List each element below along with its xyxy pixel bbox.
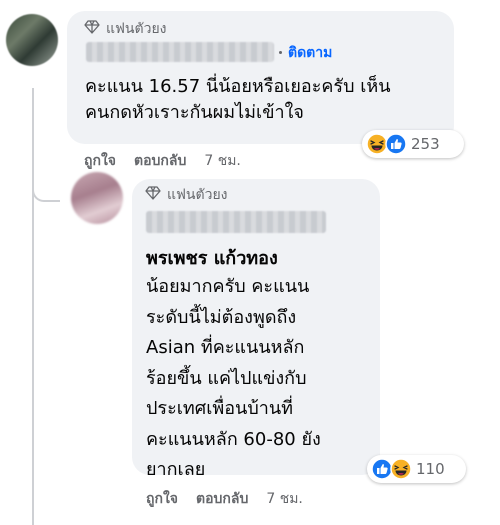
badge-label: แฟนตัวยง bbox=[106, 21, 167, 37]
reaction-count: 110 bbox=[416, 460, 445, 478]
timestamp[interactable]: 7 ชม. bbox=[204, 150, 241, 172]
reply-text: น้อยมากครับ คะแนน ระดับนี้ไม่ต้องพูดถึง … bbox=[146, 276, 321, 480]
comment-actions: ถูกใจ ตอบกลับ 7 ชม. bbox=[84, 150, 241, 172]
thread-line bbox=[32, 88, 34, 525]
badge-label: แฟนตัวยง bbox=[167, 187, 228, 203]
replier-name-redacted[interactable] bbox=[146, 211, 326, 233]
top-fan-badge[interactable]: แฟนตัวยง bbox=[84, 18, 167, 40]
reaction-count: 253 bbox=[411, 135, 440, 153]
like-icon bbox=[385, 133, 407, 155]
reply-button[interactable]: ตอบกลับ bbox=[196, 488, 248, 510]
reaction-summary[interactable]: 253 bbox=[362, 130, 464, 158]
reaction-summary[interactable]: 110 bbox=[367, 455, 466, 483]
diamond-icon bbox=[84, 19, 100, 39]
follow-button[interactable]: ติดตาม bbox=[288, 42, 332, 64]
thread-connector bbox=[32, 184, 60, 202]
mentioned-author[interactable]: พรเพชร แก้วทอง bbox=[146, 243, 278, 272]
diamond-icon bbox=[145, 185, 161, 205]
like-button[interactable]: ถูกใจ bbox=[84, 150, 116, 172]
comment-text: คะแนน 16.57 นี่น้อยหรือเยอะครับ เห็น คนก… bbox=[85, 76, 391, 123]
like-button[interactable]: ถูกใจ bbox=[146, 488, 178, 510]
separator-dot bbox=[279, 51, 282, 54]
top-fan-badge[interactable]: แฟนตัวยง bbox=[145, 184, 228, 206]
commenter-name-redacted[interactable] bbox=[86, 42, 274, 62]
timestamp[interactable]: 7 ชม. bbox=[266, 488, 303, 510]
commenter-avatar[interactable] bbox=[6, 14, 58, 66]
replier-avatar[interactable] bbox=[71, 172, 123, 224]
reply-actions: ถูกใจ ตอบกลับ 7 ชม. bbox=[146, 488, 303, 510]
reply-button[interactable]: ตอบกลับ bbox=[134, 150, 186, 172]
haha-icon bbox=[390, 458, 412, 480]
